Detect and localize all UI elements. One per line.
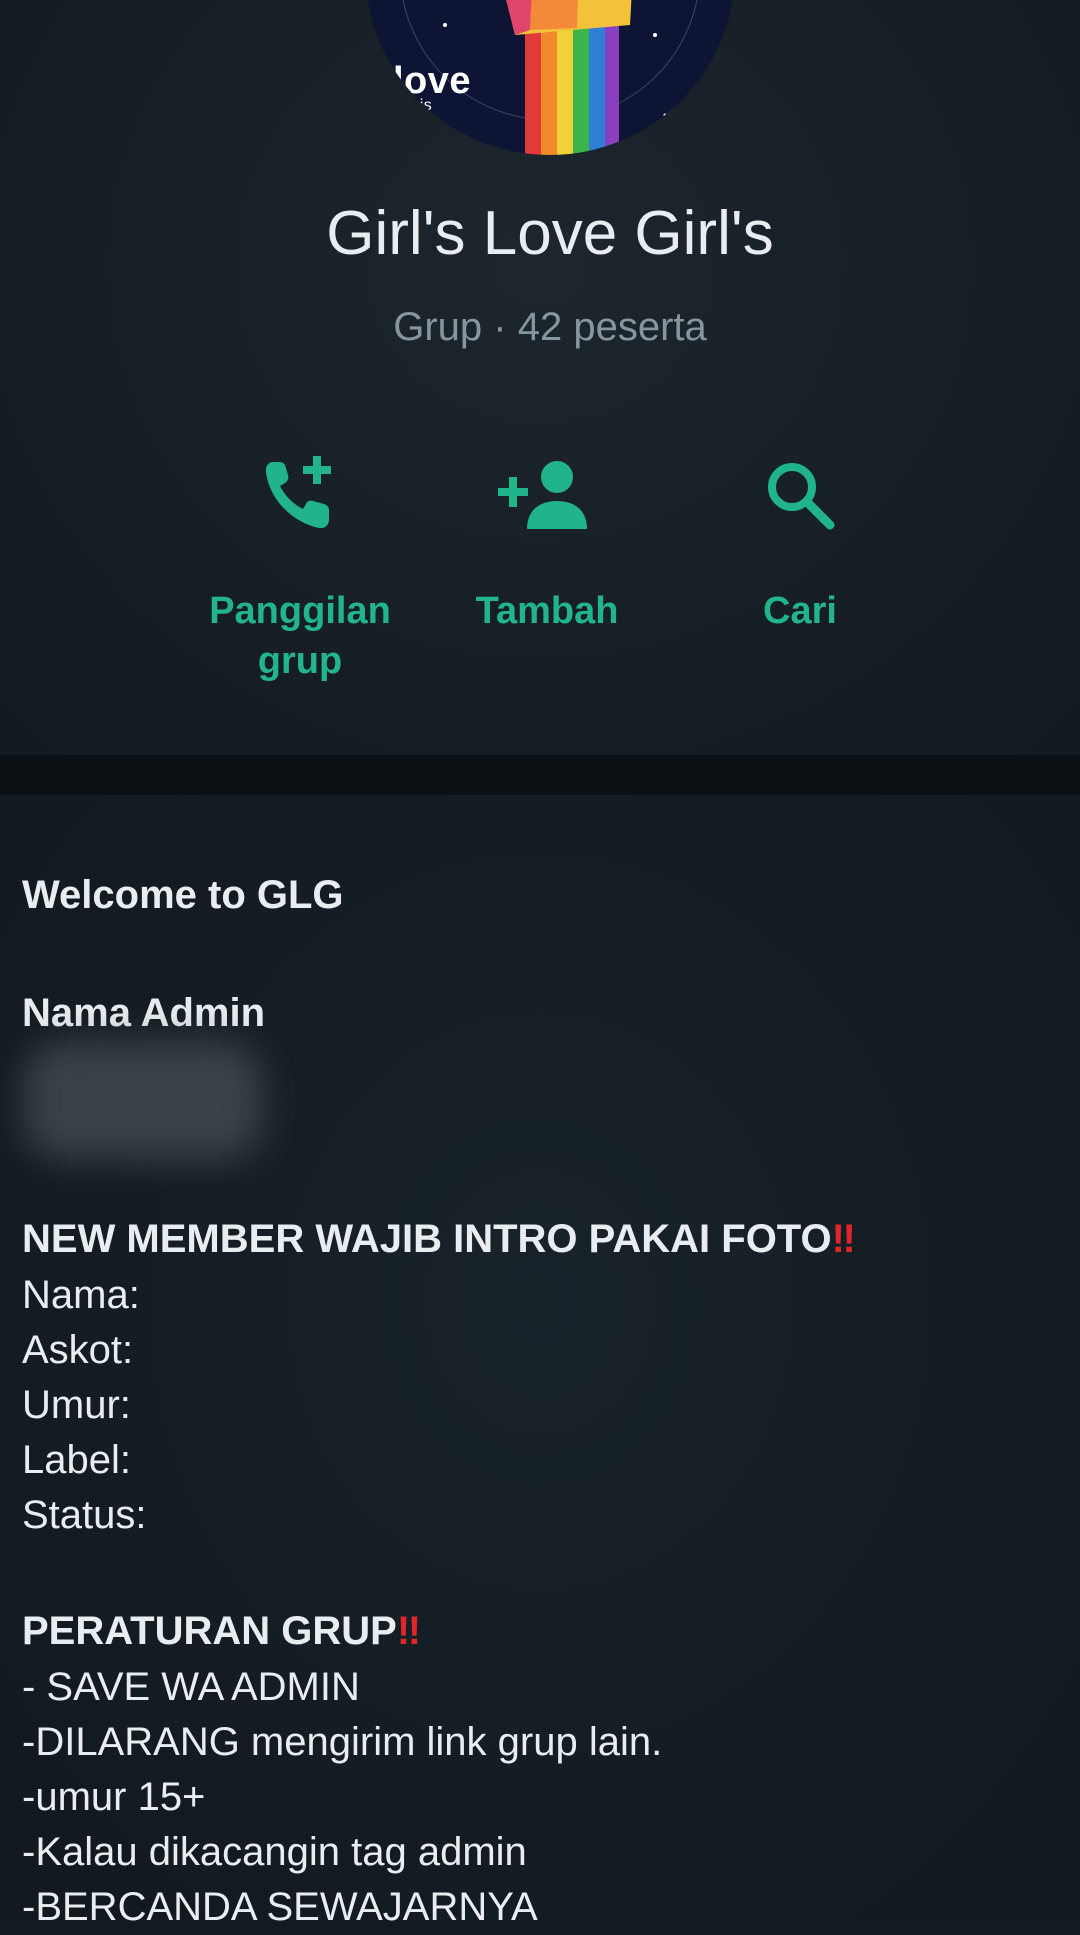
group-description[interactable]: Welcome to GLG Nama Admin NEW MEMBER WAJ…: [0, 795, 1080, 1929]
intro-field: Nama:: [22, 1273, 140, 1317]
rule-item: - SAVE WA ADMIN: [22, 1665, 360, 1709]
search-label: Cari: [763, 590, 837, 632]
section-divider: [0, 755, 1080, 795]
avatar-text: love is love: [393, 60, 472, 131]
search-button[interactable]: Cari: [690, 440, 910, 636]
rule-item: -Kalau dikacangin tag admin: [22, 1830, 527, 1874]
group-call-label: Panggilan grup: [209, 590, 391, 682]
add-participant-label: Tambah: [475, 590, 619, 632]
group-name: Girl's Love Girl's: [326, 199, 774, 268]
add-participant-button[interactable]: Tambah: [437, 440, 657, 636]
blurred-admin-info: [22, 1040, 262, 1160]
double-exclamation-icon: ‼: [831, 1217, 856, 1261]
intro-heading-line: NEW MEMBER WAJIB INTRO PAKAI FOTO‼: [22, 1211, 856, 1267]
rules-heading: PERATURAN GRUP: [22, 1609, 397, 1653]
welcome-line: Welcome to GLG: [22, 873, 344, 917]
intro-field: Askot:: [22, 1328, 134, 1372]
group-info-header: love is love Girl's Love Girl's Grup · 4…: [0, 0, 1080, 755]
intro-field: Umur:: [22, 1383, 131, 1427]
intro-heading: NEW MEMBER WAJIB INTRO PAKAI FOTO: [22, 1217, 832, 1261]
intro-field: Status:: [22, 1493, 147, 1537]
intro-field: Label:: [22, 1438, 131, 1482]
search-icon: [690, 440, 910, 550]
group-avatar[interactable]: love is love: [365, 0, 735, 155]
rule-item: -BERCANDA SEWAJARNYA: [22, 1885, 538, 1929]
rules-heading-line: PERATURAN GRUP‼: [22, 1603, 421, 1659]
rule-item: -umur 15+: [22, 1775, 206, 1819]
add-person-icon: [437, 440, 657, 550]
rule-item: -DILARANG mengirim link grup lain.: [22, 1720, 663, 1764]
admin-heading: Nama Admin: [22, 991, 266, 1035]
group-subtitle: Grup · 42 peserta: [393, 305, 707, 349]
phone-add-icon: [190, 440, 410, 550]
group-call-button[interactable]: Panggilan grup: [190, 440, 410, 686]
double-exclamation-icon: ‼: [396, 1609, 421, 1653]
